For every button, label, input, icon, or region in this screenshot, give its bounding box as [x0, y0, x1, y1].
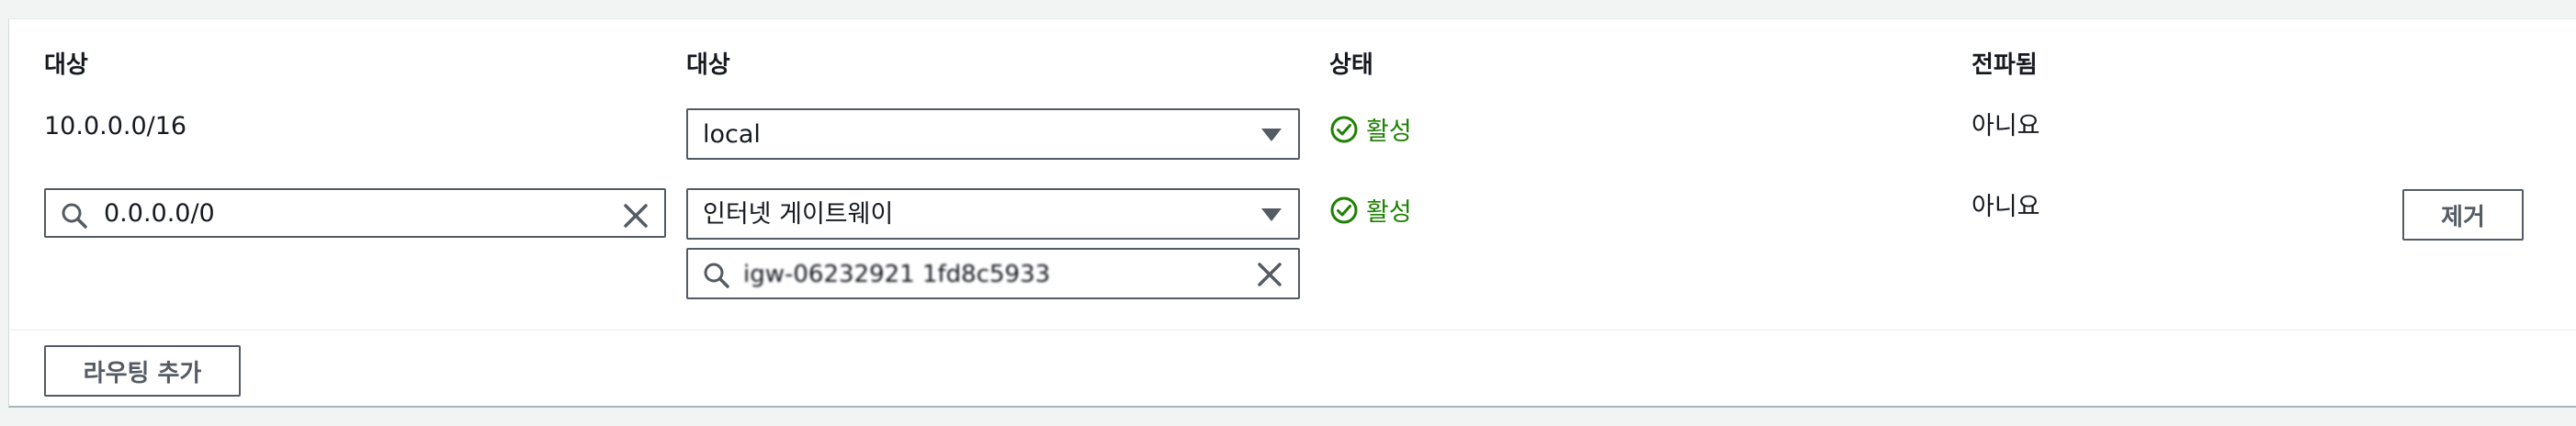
remove-button[interactable]: 제거: [2402, 189, 2524, 241]
header-status: 상태: [1329, 51, 1373, 79]
search-icon: [62, 203, 87, 229]
route-table-editor: 대상 대상 상태 전파됨 10.0.0.0/16 local 활성 아니요 0.…: [8, 18, 2576, 408]
target-resource-search[interactable]: igw-06232921 1fd8c5933: [686, 248, 1300, 299]
target-select[interactable]: 인터넷 게이트웨이: [686, 188, 1300, 240]
route-destination-text: 10.0.0.0/16: [44, 112, 187, 140]
search-icon: [704, 263, 729, 288]
status-text: 활성: [1366, 118, 1412, 146]
propagated-text: 아니요: [1972, 193, 2040, 221]
caret-down-icon: [1261, 129, 1282, 141]
status-check-icon: [1330, 196, 1358, 223]
target-resource-value: igw-06232921 1fd8c5933: [743, 261, 1051, 288]
destination-input[interactable]: 0.0.0.0/0: [44, 188, 666, 238]
target-select-value: local: [703, 120, 761, 149]
target-select-value: 인터넷 게이트웨이: [703, 200, 894, 229]
status-badge: 활성: [1329, 111, 1412, 147]
target-select[interactable]: local: [686, 108, 1300, 160]
status-text: 활성: [1366, 198, 1412, 227]
status-badge: 활성: [1329, 192, 1412, 228]
propagated-text: 아니요: [1972, 112, 2040, 140]
header-destination: 대상: [44, 51, 88, 79]
header-propagated: 전파됨: [1972, 51, 2038, 79]
clear-icon[interactable]: [622, 202, 650, 230]
divider: [9, 330, 2576, 331]
add-route-button[interactable]: 라우팅 추가: [44, 345, 241, 397]
clear-icon[interactable]: [1256, 261, 1283, 288]
header-target: 대상: [686, 51, 730, 79]
caret-down-icon: [1261, 208, 1282, 221]
destination-input-value: 0.0.0.0/0: [104, 199, 215, 228]
status-check-icon: [1330, 116, 1358, 142]
